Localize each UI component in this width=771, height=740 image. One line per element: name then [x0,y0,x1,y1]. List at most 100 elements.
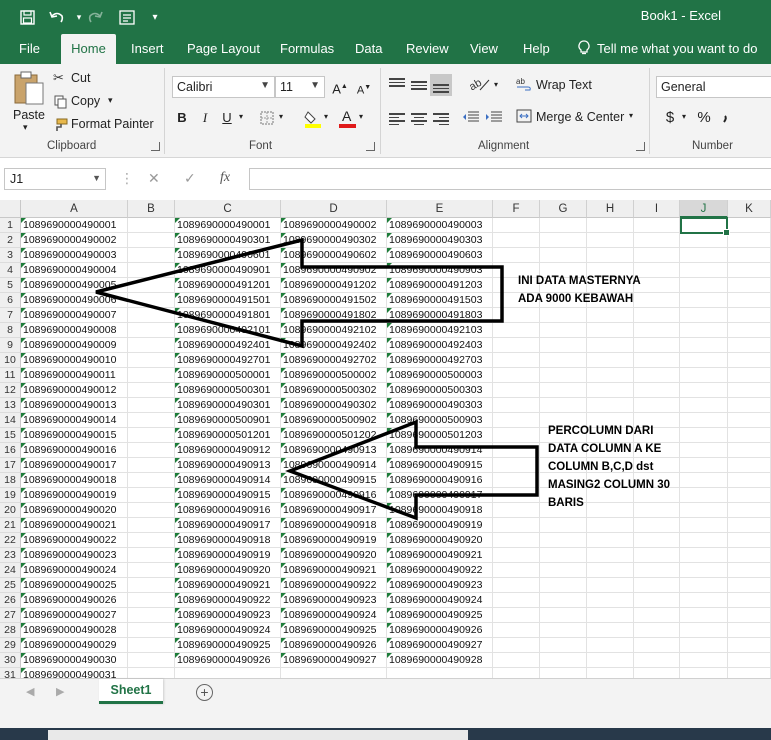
cell-c21[interactable]: 1089690000490917 [175,518,281,533]
cell-k31[interactable] [728,668,771,678]
cell-f13[interactable] [493,398,540,413]
cell-a29[interactable]: 1089690000490029 [21,638,128,653]
row-header[interactable]: 24 [0,563,21,578]
cell-g5[interactable] [540,278,587,293]
cell-e10[interactable]: 1089690000492703 [387,353,493,368]
cell-f26[interactable] [493,593,540,608]
cell-g2[interactable] [540,233,587,248]
cell-k14[interactable] [728,413,771,428]
paste-button[interactable]: Paste ▾ [10,70,46,132]
decrease-indent-button[interactable] [462,110,480,127]
cell-a10[interactable]: 1089690000490010 [21,353,128,368]
cell-d31[interactable] [281,668,387,678]
row-header[interactable]: 7 [0,308,21,323]
cell-c22[interactable]: 1089690000490918 [175,533,281,548]
cell-d24[interactable]: 1089690000490921 [281,563,387,578]
cell-j13[interactable] [680,398,728,413]
cell-j9[interactable] [680,338,728,353]
increase-font-size-button[interactable]: A▲ [330,77,350,97]
cell-h7[interactable] [587,308,634,323]
cell-f19[interactable] [493,488,540,503]
cell-a3[interactable]: 1089690000490003 [21,248,128,263]
column-header-g[interactable]: G [540,200,587,218]
cell-h12[interactable] [587,383,634,398]
cell-i15[interactable] [634,428,680,443]
cell-h13[interactable] [587,398,634,413]
cell-f8[interactable] [493,323,540,338]
tab-review[interactable]: Review [397,34,458,64]
cell-d29[interactable]: 1089690000490926 [281,638,387,653]
cell-g6[interactable] [540,293,587,308]
cell-k18[interactable] [728,473,771,488]
cell-b4[interactable] [128,263,175,278]
row-header[interactable]: 5 [0,278,21,293]
cell-c25[interactable]: 1089690000490921 [175,578,281,593]
cell-e16[interactable]: 1089690000490914 [387,443,493,458]
cell-k1[interactable] [728,218,771,233]
cell-b13[interactable] [128,398,175,413]
cell-i6[interactable] [634,293,680,308]
cell-d20[interactable]: 1089690000490917 [281,503,387,518]
cell-j11[interactable] [680,368,728,383]
cell-j10[interactable] [680,353,728,368]
cell-c27[interactable]: 1089690000490923 [175,608,281,623]
cell-e29[interactable]: 1089690000490927 [387,638,493,653]
cell-k8[interactable] [728,323,771,338]
cell-g27[interactable] [540,608,587,623]
cell-h14[interactable] [587,413,634,428]
cell-j27[interactable] [680,608,728,623]
cell-i7[interactable] [634,308,680,323]
decrease-font-size-button[interactable]: A▼ [354,78,374,98]
cell-c2[interactable]: 1089690000490301 [175,233,281,248]
top-align-icon[interactable] [389,76,405,90]
cell-a2[interactable]: 1089690000490002 [21,233,128,248]
bold-button[interactable]: B [172,108,192,128]
cell-j15[interactable] [680,428,728,443]
cell-h20[interactable] [587,503,634,518]
formula-input[interactable] [249,168,771,190]
scroll-left-icon[interactable]: ◀ [26,685,34,698]
cell-h10[interactable] [587,353,634,368]
column-header-k[interactable]: K [728,200,771,218]
cell-f11[interactable] [493,368,540,383]
column-header-j[interactable]: J [680,200,728,218]
cell-k20[interactable] [728,503,771,518]
cell-e14[interactable]: 1089690000500903 [387,413,493,428]
cell-f6[interactable] [493,293,540,308]
cell-j24[interactable] [680,563,728,578]
cell-j20[interactable] [680,503,728,518]
cell-h30[interactable] [587,653,634,668]
cell-k13[interactable] [728,398,771,413]
cell-g30[interactable] [540,653,587,668]
cell-j28[interactable] [680,623,728,638]
tab-data[interactable]: Data [346,34,391,64]
cell-a17[interactable]: 1089690000490017 [21,458,128,473]
cell-b22[interactable] [128,533,175,548]
cell-e11[interactable]: 1089690000500003 [387,368,493,383]
cell-h8[interactable] [587,323,634,338]
cell-k30[interactable] [728,653,771,668]
cell-b20[interactable] [128,503,175,518]
cell-g23[interactable] [540,548,587,563]
cell-h25[interactable] [587,578,634,593]
increase-indent-button[interactable] [485,110,503,127]
cell-d19[interactable]: 1089690000490916 [281,488,387,503]
cell-e18[interactable]: 1089690000490916 [387,473,493,488]
cell-j18[interactable] [680,473,728,488]
cell-d3[interactable]: 1089690000490602 [281,248,387,263]
cell-h3[interactable] [587,248,634,263]
cell-d12[interactable]: 1089690000500302 [281,383,387,398]
cell-i26[interactable] [634,593,680,608]
cell-g8[interactable] [540,323,587,338]
cell-b29[interactable] [128,638,175,653]
cell-d17[interactable]: 1089690000490914 [281,458,387,473]
cell-h21[interactable] [587,518,634,533]
cell-f22[interactable] [493,533,540,548]
cell-c31[interactable] [175,668,281,678]
cell-e22[interactable]: 1089690000490920 [387,533,493,548]
cell-e30[interactable]: 1089690000490928 [387,653,493,668]
middle-align-icon[interactable] [411,79,427,93]
cell-a8[interactable]: 1089690000490008 [21,323,128,338]
cell-f4[interactable] [493,263,540,278]
cell-i27[interactable] [634,608,680,623]
